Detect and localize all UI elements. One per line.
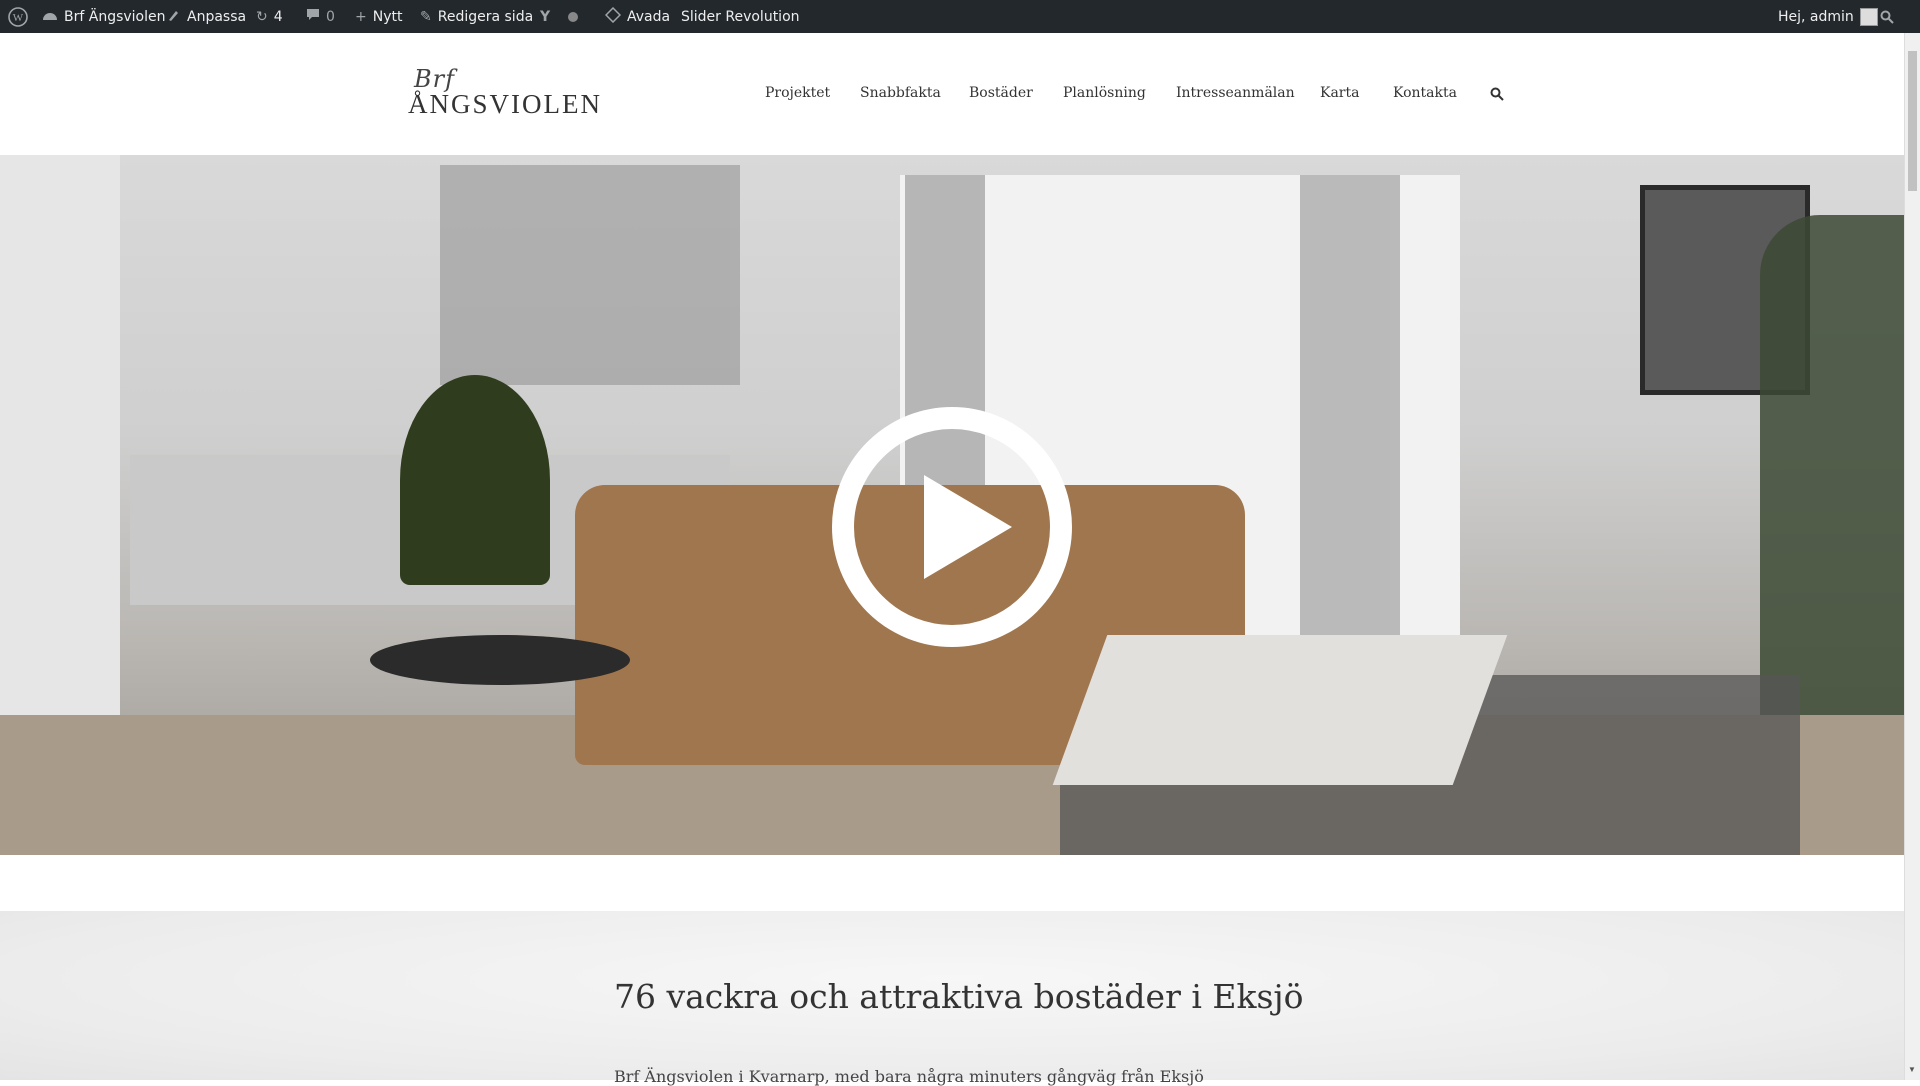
admin-bar-updates[interactable]: ↻ 4 [256, 0, 283, 33]
admin-bar-account[interactable]: Hej, admin [1778, 0, 1878, 33]
greeting-label: Hej, admin [1778, 8, 1854, 25]
play-button[interactable] [832, 407, 1072, 647]
nav-item-bostader[interactable]: Bostäder [969, 85, 1033, 101]
site-header: Brf ÅNGSVIOLEN Projektet Snabbfakta Bost… [0, 33, 1904, 156]
svg-text:W: W [13, 12, 24, 24]
customize-label: Anpassa [187, 8, 247, 25]
avatar [1859, 7, 1878, 26]
scroll-down-arrow-icon[interactable]: ▼ [1908, 1065, 1918, 1075]
hero-curtain-right [1300, 175, 1400, 665]
site-name-label: Brf Ängsviolen [64, 8, 166, 25]
nav-item-intresseanmalan[interactable]: Intresseanmälan [1176, 85, 1295, 101]
section-intro-text: Brf Ängsviolen i Kvarnarp, med bara någr… [614, 1067, 1204, 1086]
intro-section: 76 vackra och attraktiva bostäder i Eksj… [0, 911, 1904, 1086]
vertical-scrollbar[interactable]: ▼ [1904, 33, 1920, 1080]
plus-icon: + [355, 8, 367, 25]
yoast-seo-icon[interactable]: Y [540, 0, 550, 33]
play-icon [924, 475, 1012, 579]
admin-bar: W Brf Ängsviolen Anpassa ↻ 4 0 + Nytt ✎ … [0, 0, 1920, 33]
dashboard-icon [42, 8, 58, 26]
admin-bar-customize[interactable]: Anpassa [167, 0, 246, 33]
avada-label: Avada [627, 8, 671, 25]
nav-item-projektet[interactable]: Projektet [765, 85, 830, 101]
comment-icon [306, 8, 320, 25]
comments-count: 0 [326, 8, 335, 25]
seo-status-dot-icon[interactable] [568, 0, 578, 33]
admin-bar-comments[interactable]: 0 [306, 0, 335, 33]
main-navigation: Projektet Snabbfakta Bostäder Planlösnin… [0, 33, 1904, 155]
admin-bar-new[interactable]: + Nytt [355, 0, 402, 33]
wordpress-logo-icon[interactable]: W [8, 0, 28, 33]
hero-video[interactable] [0, 155, 1904, 855]
section-title: 76 vackra och attraktiva bostäder i Eksj… [614, 977, 1304, 1016]
hero-side-table [370, 635, 630, 685]
updates-icon: ↻ [256, 8, 268, 25]
updates-count: 4 [273, 8, 283, 25]
new-label: Nytt [372, 8, 403, 25]
admin-bar-edit-page[interactable]: ✎ Redigera sida [420, 0, 533, 33]
avada-icon [604, 6, 622, 27]
admin-bar-site-name[interactable]: Brf Ängsviolen [42, 0, 166, 33]
brush-icon [167, 8, 181, 26]
nav-item-karta[interactable]: Karta [1320, 85, 1359, 101]
edit-page-label: Redigera sida [437, 8, 534, 25]
admin-bar-avada[interactable]: Avada [604, 0, 671, 33]
admin-bar-search-icon[interactable] [1880, 0, 1894, 33]
slider-revolution-label: Slider Revolution [681, 8, 800, 25]
hero-plant [400, 375, 550, 585]
admin-bar-slider-revolution[interactable]: Slider Revolution [681, 0, 800, 33]
hero-coffee-table [1052, 635, 1508, 785]
search-icon[interactable] [1490, 87, 1504, 101]
nav-item-planlosning[interactable]: Planlösning [1063, 85, 1146, 101]
hero-cabinets [440, 165, 740, 385]
scrollbar-thumb[interactable] [1908, 51, 1917, 191]
nav-item-kontakta[interactable]: Kontakta [1393, 85, 1457, 101]
nav-item-snabbfakta[interactable]: Snabbfakta [860, 85, 941, 101]
pencil-icon: ✎ [420, 8, 432, 25]
